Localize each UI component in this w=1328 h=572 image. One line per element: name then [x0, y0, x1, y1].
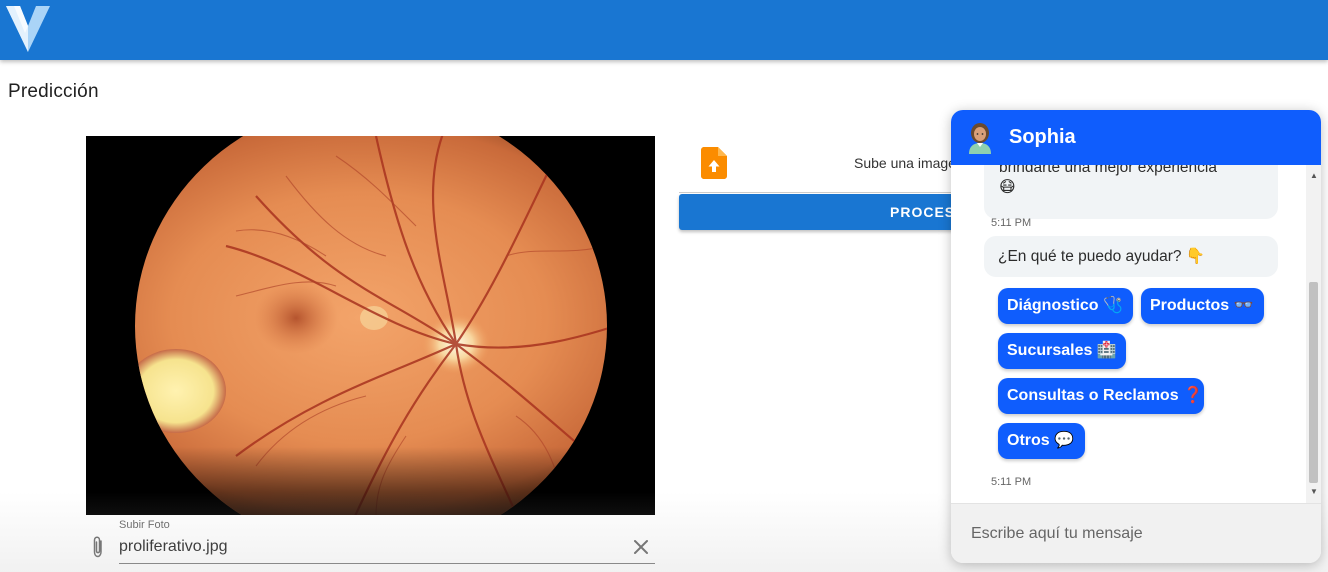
chat-message-input[interactable] [971, 522, 1301, 546]
chat-message: ¿En qué te puedo ayudar? 👇 [984, 236, 1278, 277]
file-field-label: Subir Foto [119, 519, 170, 531]
quick-reply-sucursales[interactable]: Sucursales 🏥 [998, 333, 1126, 369]
chat-scrollbar[interactable]: ▲ ▼ [1306, 165, 1321, 503]
page-title: Predicción [8, 81, 99, 102]
quick-reply-productos[interactable]: Productos 👓 [1141, 288, 1264, 324]
upload-text: Sube una imagen [854, 155, 964, 171]
file-field-underline [119, 563, 655, 564]
chat-message-text: brindarte una mejor experiencia [999, 165, 1217, 176]
scroll-down-icon[interactable]: ▼ [1310, 487, 1318, 496]
upload-underline [679, 192, 959, 193]
quick-reply-diagnostico[interactable]: Diágnostico 🩺 [998, 288, 1133, 324]
file-upload-icon[interactable] [701, 147, 727, 179]
fundus-image [86, 136, 655, 515]
chat-messages: brindarte una mejor experiencia 😷 5:11 P… [951, 165, 1321, 503]
process-button[interactable]: PROCESAR [679, 194, 979, 230]
scrollbar-thumb[interactable] [1309, 282, 1318, 483]
v-logo-icon[interactable] [6, 4, 50, 52]
paperclip-icon[interactable] [90, 536, 106, 558]
mask-emoji-icon: 😷 [999, 179, 1016, 196]
chat-message: brindarte una mejor experiencia 😷 [984, 165, 1278, 219]
chat-widget: Sophia brindarte una mejor experiencia 😷… [951, 110, 1321, 563]
message-timestamp: 5:11 PM [991, 217, 1032, 229]
photo-file-field[interactable]: Subir Foto proliferativo.jpg [86, 516, 655, 566]
message-timestamp: 5:11 PM [991, 476, 1032, 488]
app-bar [0, 0, 1328, 60]
woman-health-worker-icon [969, 123, 991, 154]
file-field-value[interactable]: proliferativo.jpg [119, 538, 228, 556]
chat-input-bar [951, 503, 1321, 563]
chat-agent-name: Sophia [1009, 126, 1076, 148]
quick-reply-otros[interactable]: Otros 💬 [998, 423, 1085, 459]
upload-area[interactable]: Sube una imagen [679, 140, 979, 193]
chat-header[interactable]: Sophia [951, 110, 1321, 165]
quick-reply-consultas[interactable]: Consultas o Reclamos ❓ [998, 378, 1204, 414]
scroll-up-icon[interactable]: ▲ [1310, 171, 1318, 180]
close-icon[interactable] [632, 538, 650, 556]
